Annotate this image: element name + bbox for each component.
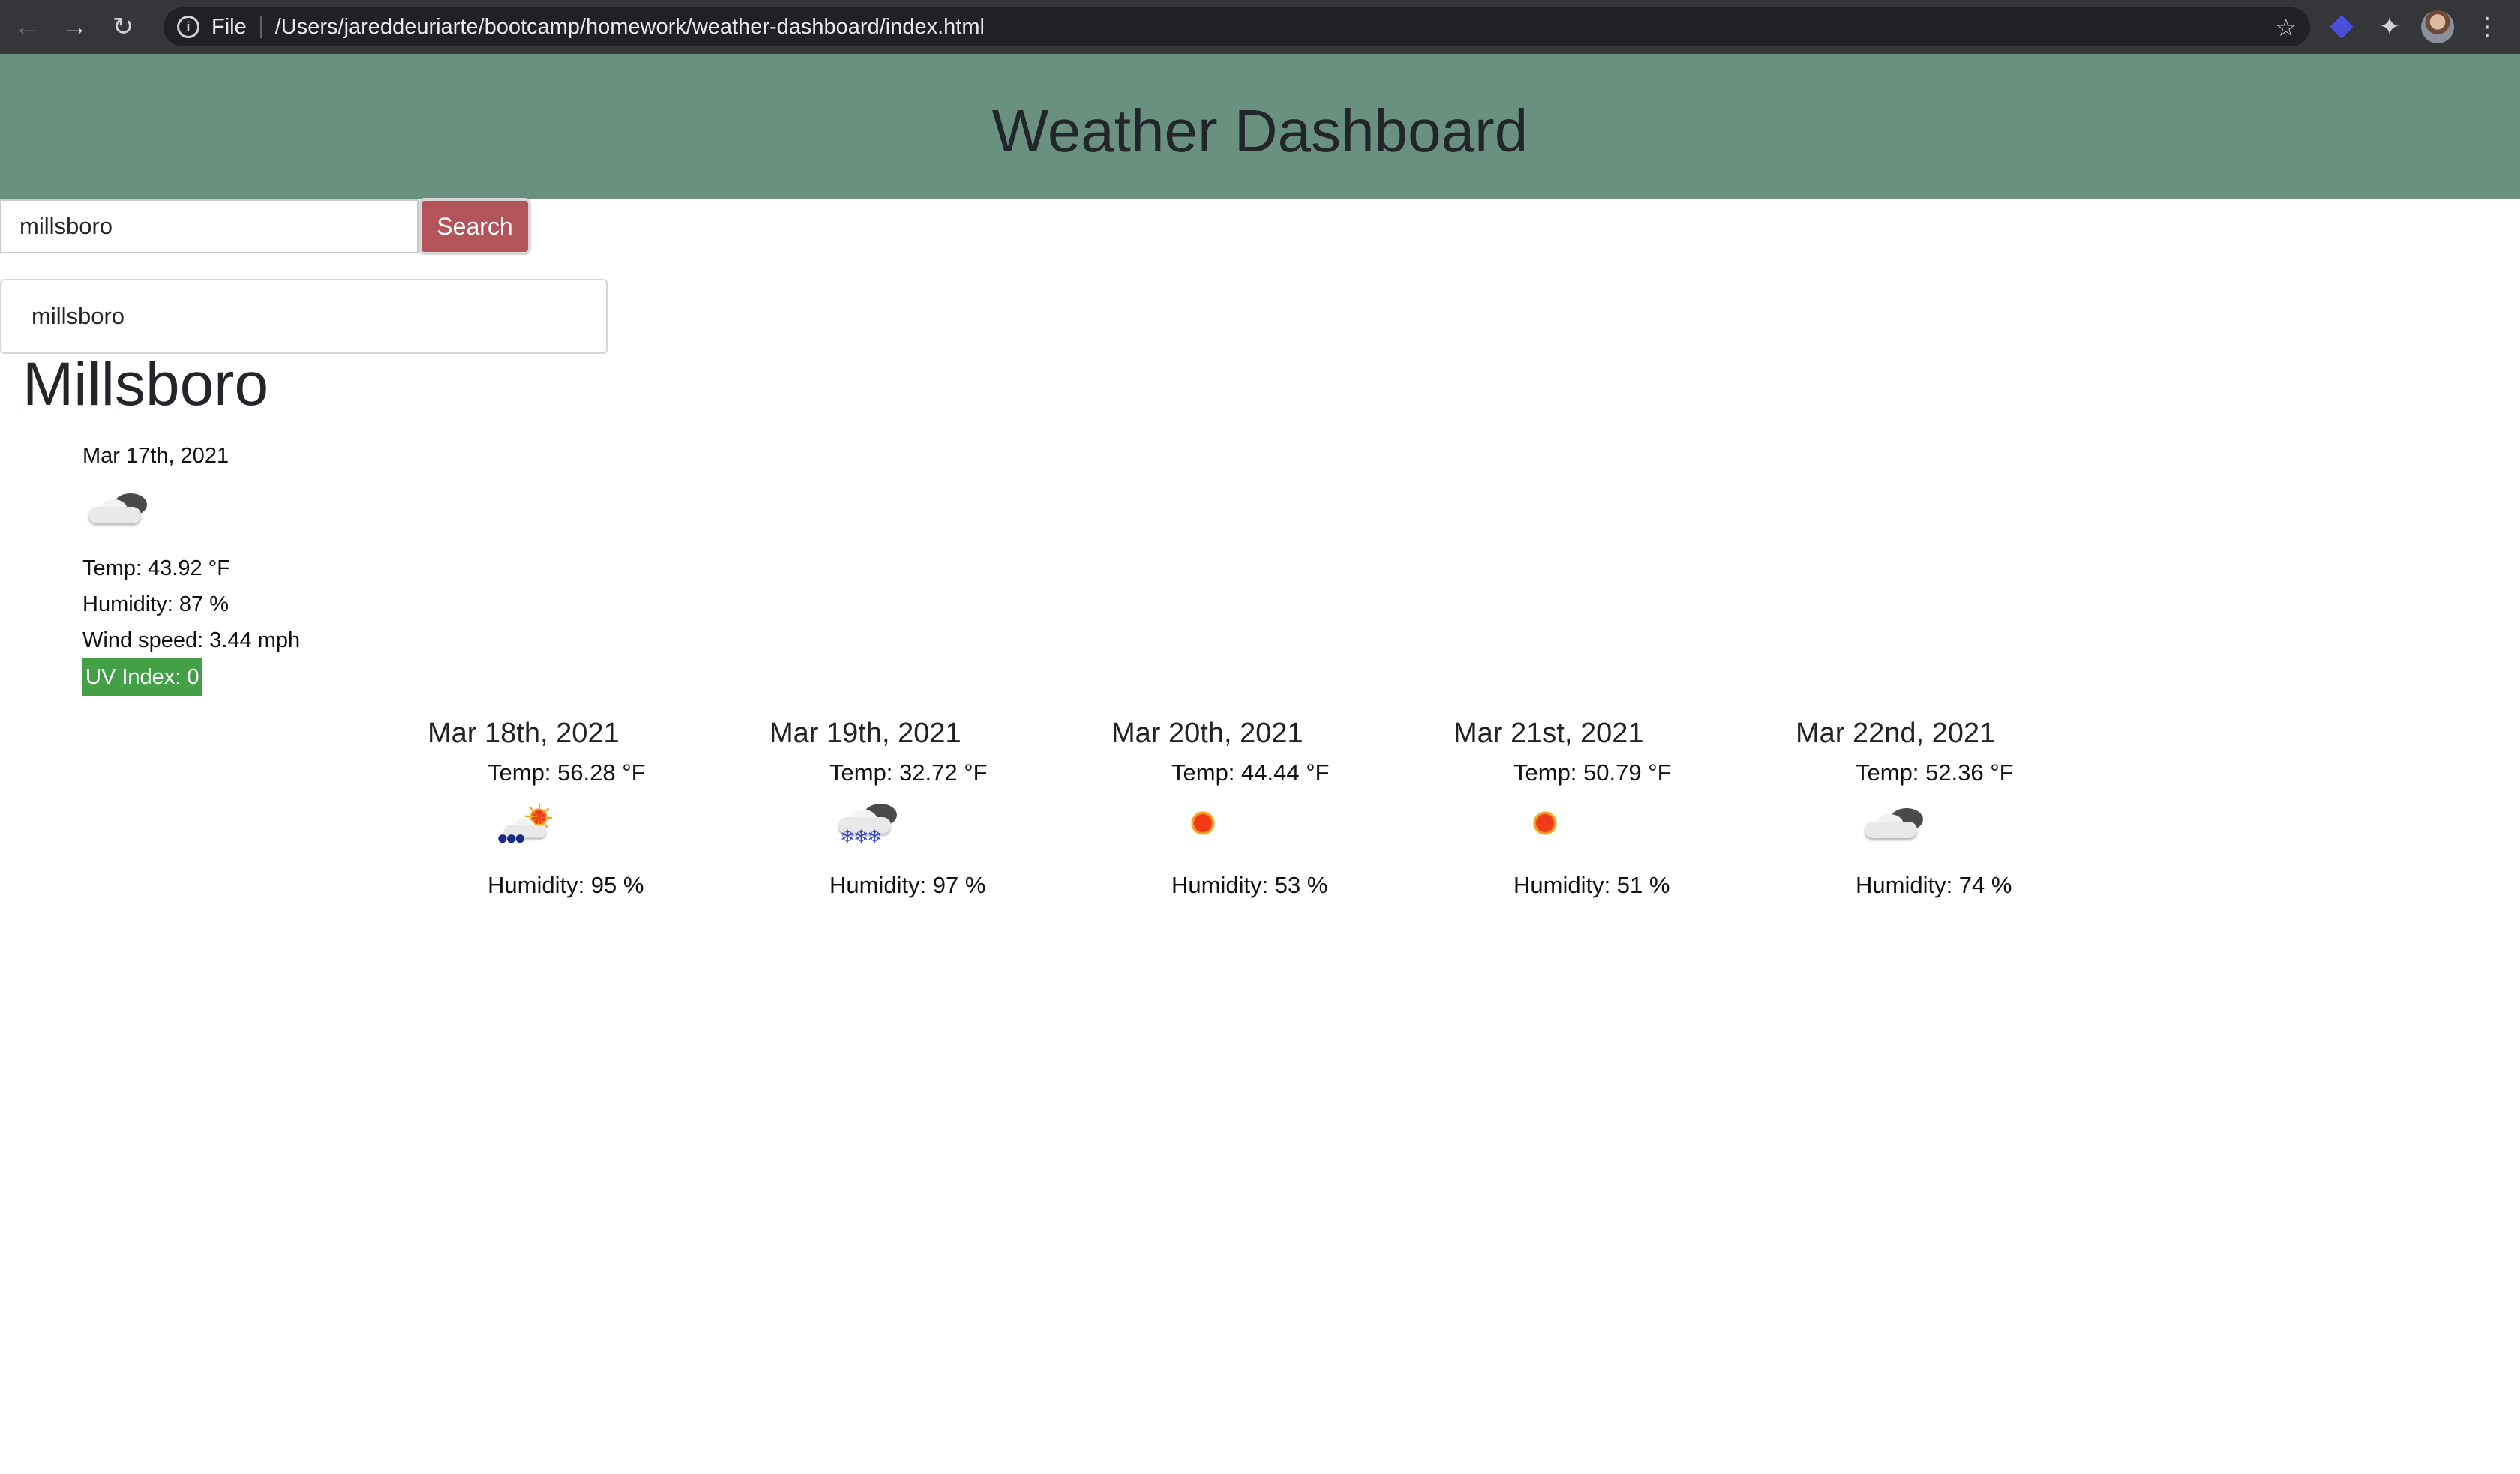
partly-cloudy-icon <box>88 492 148 523</box>
page-header: Weather Dashboard <box>0 54 2520 199</box>
forward-arrow-icon[interactable]: → <box>54 6 96 48</box>
forecast-humidity: Humidity: 53 % <box>1172 872 1328 898</box>
current-date: Mar 17th, 2021 <box>82 444 230 468</box>
sun-icon <box>1185 805 1221 841</box>
layers-extension-icon[interactable] <box>2325 10 2358 43</box>
partly-cloudy-icon <box>1864 807 1924 838</box>
forecast-date: Mar 20th, 2021 <box>1112 718 1304 749</box>
current-weather: Mar 17th, 2021 Temp: 43.92 °F Humidity: … <box>82 438 301 696</box>
forecast-temp: Temp: 52.36 °F <box>1856 759 2014 786</box>
forecast-temp: Temp: 50.79 °F <box>1514 759 1672 786</box>
scheme-label: File <box>212 14 247 39</box>
rain-sun-icon: ●●● <box>495 799 555 852</box>
info-icon[interactable]: i <box>177 16 200 38</box>
current-humidity: Humidity: 87 % <box>82 592 230 616</box>
search-history-item[interactable]: millsboro <box>0 279 608 354</box>
forecast-humidity: Humidity: 74 % <box>1856 872 2012 898</box>
extensions-puzzle-icon[interactable]: ✦ <box>2373 10 2406 43</box>
uv-index-badge: UV Index: 0 <box>82 658 202 696</box>
forecast-card: Mar 18th, 2021 Temp: 56.28 °F ●●● Humidi… <box>428 711 675 903</box>
page-title: Weather Dashboard <box>992 97 1528 164</box>
forecast-temp: Temp: 56.28 °F <box>488 759 646 786</box>
forecast-date: Mar 19th, 2021 <box>770 718 962 749</box>
forecast-card: Mar 22nd, 2021 Temp: 52.36 °F Humidity: … <box>1796 711 2043 903</box>
forecast-card: Mar 21st, 2021 Temp: 50.79 °F Humidity: … <box>1454 711 1701 903</box>
address-divider <box>260 16 262 38</box>
forecast-date: Mar 18th, 2021 <box>428 718 620 749</box>
forecast-humidity: Humidity: 95 % <box>488 872 644 898</box>
forecast-humidity: Humidity: 97 % <box>830 872 986 898</box>
forecast-humidity: Humidity: 51 % <box>1514 872 1670 898</box>
current-wind: Wind speed: 3.44 mph <box>82 628 301 652</box>
sun-icon <box>1527 805 1563 841</box>
forecast-temp: Temp: 32.72 °F <box>830 759 988 786</box>
url-text[interactable]: /Users/jareddeuriarte/bootcamp/homework/… <box>275 15 985 40</box>
address-bar[interactable]: i File /Users/jareddeuriarte/bootcamp/ho… <box>164 7 2310 46</box>
profile-avatar[interactable] <box>2421 10 2454 43</box>
current-temp: Temp: 43.92 °F <box>82 556 230 580</box>
reload-icon[interactable]: ↻ <box>102 6 144 48</box>
forecast-temp: Temp: 44.44 °F <box>1172 759 1330 786</box>
forecast-card: Mar 20th, 2021 Temp: 44.44 °F Humidity: … <box>1112 711 1359 903</box>
city-search-input[interactable] <box>0 199 418 253</box>
forecast-date: Mar 21st, 2021 <box>1454 718 1644 749</box>
browser-toolbar: ← → ↻ i File /Users/jareddeuriarte/bootc… <box>0 0 2520 54</box>
snow-cloud-icon: ❄❄❄ <box>837 799 904 852</box>
search-button[interactable]: Search <box>418 198 531 255</box>
forecast-card: Mar 19th, 2021 Temp: 32.72 °F ❄❄❄ Humidi… <box>770 711 1017 903</box>
bookmark-star-icon[interactable]: ☆ <box>2275 13 2296 42</box>
back-arrow-icon[interactable]: ← <box>6 6 48 48</box>
forecast-date: Mar 22nd, 2021 <box>1796 718 1996 749</box>
more-menu-icon[interactable]: ⋮ <box>2470 10 2504 43</box>
city-name: Millsboro <box>22 350 269 418</box>
